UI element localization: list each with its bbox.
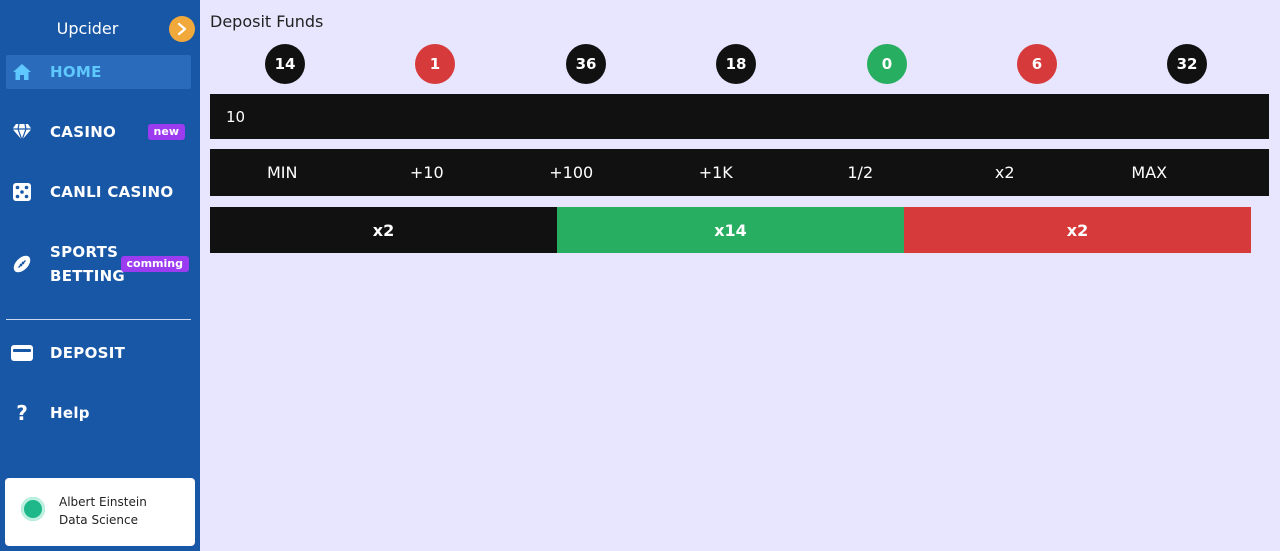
user-role: Data Science: [59, 513, 138, 527]
bet-black-button[interactable]: x2: [210, 207, 557, 253]
sidebar-item-canli-casino[interactable]: CANLI CASINO: [6, 179, 191, 205]
sidebar-toggle-button[interactable]: [169, 16, 195, 42]
wallet-icon: [6, 341, 38, 365]
comming-badge: comming: [120, 256, 189, 272]
sidebar-item-label: CASINO: [50, 123, 117, 141]
history-ball: 32: [1167, 44, 1207, 84]
sidebar: Upcider HOME CASINO new CANLI CASINO SPO…: [0, 0, 200, 551]
bet-options: x2 x14 x2: [210, 207, 1251, 253]
plus-1k-button[interactable]: +1K: [644, 149, 789, 196]
page-title: Deposit Funds: [210, 12, 324, 31]
brand-name: Upcider: [56, 19, 119, 38]
user-name: Albert Einstein: [59, 495, 147, 509]
history-ball: 18: [716, 44, 756, 84]
history-ball: 14: [265, 44, 305, 84]
roll-history: 14 1 36 18 0 6 32: [200, 44, 1280, 84]
sports-label-line1: SPORTS: [50, 243, 119, 261]
sidebar-item-label: Help: [50, 404, 90, 422]
plus-100-button[interactable]: +100: [499, 149, 644, 196]
sidebar-item-help[interactable]: ? Help: [6, 400, 191, 426]
bet-red-button[interactable]: x2: [904, 207, 1251, 253]
diamond-icon: [6, 120, 38, 144]
min-button[interactable]: MIN: [210, 149, 355, 196]
double-button[interactable]: x2: [933, 149, 1078, 196]
amount-input[interactable]: [210, 94, 1269, 139]
sidebar-item-casino[interactable]: CASINO new: [6, 119, 191, 145]
quick-amount-bar: MIN +10 +100 +1K 1/2 x2 MAX: [210, 149, 1269, 196]
sports-label-line2: BETTING: [50, 267, 126, 285]
plus-10-button[interactable]: +10: [355, 149, 500, 196]
history-ball: 6: [1017, 44, 1057, 84]
new-badge: new: [147, 124, 185, 140]
sidebar-item-sports-betting[interactable]: SPORTS BETTING comming: [6, 239, 191, 289]
chevron-right-icon: [177, 22, 187, 36]
bet-green-button[interactable]: x14: [557, 207, 904, 253]
sidebar-item-label: HOME: [50, 63, 102, 81]
user-card[interactable]: Albert Einstein Data Science: [5, 478, 195, 546]
main-content: Deposit Funds 14 1 36 18 0 6 32 MIN +10 …: [200, 0, 1280, 551]
sidebar-item-label: DEPOSIT: [50, 344, 126, 362]
question-icon: ?: [16, 401, 28, 425]
sidebar-item-label: CANLI CASINO: [50, 183, 174, 201]
history-ball: 1: [415, 44, 455, 84]
sidebar-item-deposit[interactable]: DEPOSIT: [6, 340, 191, 366]
sidebar-item-label: SPORTS BETTING: [50, 240, 125, 288]
dice-icon: [6, 180, 38, 204]
home-icon: [6, 60, 38, 84]
max-button[interactable]: MAX: [1077, 149, 1222, 196]
history-ball: 0: [867, 44, 907, 84]
sidebar-divider: [6, 319, 191, 320]
online-status-icon: [21, 497, 45, 521]
history-ball: 36: [566, 44, 606, 84]
sidebar-item-home[interactable]: HOME: [6, 55, 191, 89]
football-icon: [6, 252, 38, 276]
half-button[interactable]: 1/2: [788, 149, 933, 196]
